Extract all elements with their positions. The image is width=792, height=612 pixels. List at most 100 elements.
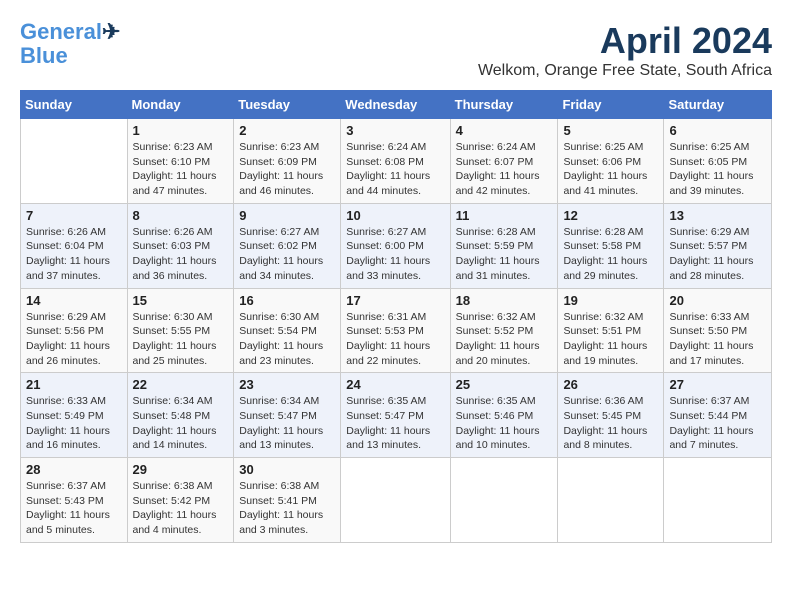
col-header-friday: Friday xyxy=(558,91,664,119)
calendar-cell: 5 Sunrise: 6:25 AM Sunset: 6:06 PM Daylig… xyxy=(558,119,664,204)
day-number: 7 xyxy=(26,208,122,223)
calendar-cell: 12 Sunrise: 6:28 AM Sunset: 5:58 PM Dayli… xyxy=(558,203,664,288)
col-header-sunday: Sunday xyxy=(21,91,128,119)
calendar-week-3: 14Sunrise: 6:29 AM Sunset: 5:56 PM Dayli… xyxy=(21,288,772,373)
day-number: 13 xyxy=(669,208,766,223)
day-info: Sunrise: 6:36 AM Sunset: 5:45 PM Dayligh… xyxy=(563,394,658,453)
col-header-tuesday: Tuesday xyxy=(234,91,341,119)
day-number: 24 xyxy=(346,377,444,392)
calendar-cell: 25Sunrise: 6:35 AM Sunset: 5:46 PM Dayli… xyxy=(450,373,558,458)
calendar-cell: 23 Sunrise: 6:34 AM Sunset: 5:47 PM Dayli… xyxy=(234,373,341,458)
day-info: Sunrise: 6:32 AM Sunset: 5:52 PM Dayligh… xyxy=(456,310,553,369)
day-info: Sunrise: 6:35 AM Sunset: 5:47 PM Dayligh… xyxy=(346,394,444,453)
day-info: Sunrise: 6:34 AM Sunset: 5:47 PM Dayligh… xyxy=(239,394,335,453)
location-subtitle: Welkom, Orange Free State, South Africa xyxy=(478,62,772,80)
day-number: 21 xyxy=(26,377,122,392)
calendar-cell: 2Sunrise: 6:23 AM Sunset: 6:09 PM Daylig… xyxy=(234,119,341,204)
day-number: 22 xyxy=(133,377,229,392)
day-info: Sunrise: 6:25 AM Sunset: 6:05 PM Dayligh… xyxy=(669,140,766,199)
day-number: 12 xyxy=(563,208,658,223)
day-number: 14 xyxy=(26,293,122,308)
calendar-cell: 14Sunrise: 6:29 AM Sunset: 5:56 PM Dayli… xyxy=(21,288,128,373)
col-header-monday: Monday xyxy=(127,91,234,119)
calendar-cell xyxy=(664,458,772,543)
day-info: Sunrise: 6:23 AM Sunset: 6:09 PM Dayligh… xyxy=(239,140,335,199)
calendar-cell: 13 Sunrise: 6:29 AM Sunset: 5:57 PM Dayli… xyxy=(664,203,772,288)
day-info: Sunrise: 6:38 AM Sunset: 5:41 PM Dayligh… xyxy=(239,479,335,538)
calendar-cell: 18 Sunrise: 6:32 AM Sunset: 5:52 PM Dayli… xyxy=(450,288,558,373)
day-number: 17 xyxy=(346,293,444,308)
calendar-cell: 21Sunrise: 6:33 AM Sunset: 5:49 PM Dayli… xyxy=(21,373,128,458)
calendar-week-4: 21Sunrise: 6:33 AM Sunset: 5:49 PM Dayli… xyxy=(21,373,772,458)
calendar-cell: 17 Sunrise: 6:31 AM Sunset: 5:53 PM Dayli… xyxy=(341,288,450,373)
day-info: Sunrise: 6:27 AM Sunset: 6:02 PM Dayligh… xyxy=(239,225,335,284)
calendar-week-2: 7 Sunrise: 6:26 AM Sunset: 6:04 PM Daylig… xyxy=(21,203,772,288)
day-number: 29 xyxy=(133,462,229,477)
calendar-cell: 7 Sunrise: 6:26 AM Sunset: 6:04 PM Daylig… xyxy=(21,203,128,288)
calendar-cell: 26Sunrise: 6:36 AM Sunset: 5:45 PM Dayli… xyxy=(558,373,664,458)
day-info: Sunrise: 6:30 AM Sunset: 5:55 PM Dayligh… xyxy=(133,310,229,369)
calendar-cell xyxy=(450,458,558,543)
day-info: Sunrise: 6:37 AM Sunset: 5:44 PM Dayligh… xyxy=(669,394,766,453)
col-header-saturday: Saturday xyxy=(664,91,772,119)
calendar-cell: 29 Sunrise: 6:38 AM Sunset: 5:42 PM Dayli… xyxy=(127,458,234,543)
day-number: 30 xyxy=(239,462,335,477)
calendar-cell: 22 Sunrise: 6:34 AM Sunset: 5:48 PM Dayli… xyxy=(127,373,234,458)
calendar-header-row: SundayMondayTuesdayWednesdayThursdayFrid… xyxy=(21,91,772,119)
day-number: 27 xyxy=(669,377,766,392)
calendar-cell: 19Sunrise: 6:32 AM Sunset: 5:51 PM Dayli… xyxy=(558,288,664,373)
day-number: 4 xyxy=(456,123,553,138)
day-info: Sunrise: 6:31 AM Sunset: 5:53 PM Dayligh… xyxy=(346,310,444,369)
day-number: 6 xyxy=(669,123,766,138)
calendar-cell: 1 Sunrise: 6:23 AM Sunset: 6:10 PM Daylig… xyxy=(127,119,234,204)
calendar-cell: 3 Sunrise: 6:24 AM Sunset: 6:08 PM Daylig… xyxy=(341,119,450,204)
day-number: 15 xyxy=(133,293,229,308)
calendar-cell: 30 Sunrise: 6:38 AM Sunset: 5:41 PM Dayli… xyxy=(234,458,341,543)
calendar-cell xyxy=(558,458,664,543)
calendar-cell: 27 Sunrise: 6:37 AM Sunset: 5:44 PM Dayli… xyxy=(664,373,772,458)
calendar-cell: 15 Sunrise: 6:30 AM Sunset: 5:55 PM Dayli… xyxy=(127,288,234,373)
day-info: Sunrise: 6:26 AM Sunset: 6:03 PM Dayligh… xyxy=(133,225,229,284)
day-info: Sunrise: 6:29 AM Sunset: 5:57 PM Dayligh… xyxy=(669,225,766,284)
calendar-cell: 11Sunrise: 6:28 AM Sunset: 5:59 PM Dayli… xyxy=(450,203,558,288)
day-info: Sunrise: 6:23 AM Sunset: 6:10 PM Dayligh… xyxy=(133,140,229,199)
day-info: Sunrise: 6:30 AM Sunset: 5:54 PM Dayligh… xyxy=(239,310,335,369)
day-info: Sunrise: 6:26 AM Sunset: 6:04 PM Dayligh… xyxy=(26,225,122,284)
day-number: 8 xyxy=(133,208,229,223)
logo-text: General✈Blue xyxy=(20,20,120,68)
day-number: 18 xyxy=(456,293,553,308)
calendar-week-5: 28 Sunrise: 6:37 AM Sunset: 5:43 PM Dayli… xyxy=(21,458,772,543)
calendar-cell xyxy=(341,458,450,543)
calendar-cell: 4 Sunrise: 6:24 AM Sunset: 6:07 PM Daylig… xyxy=(450,119,558,204)
logo: General✈Blue xyxy=(20,20,120,68)
day-info: Sunrise: 6:24 AM Sunset: 6:07 PM Dayligh… xyxy=(456,140,553,199)
day-info: Sunrise: 6:28 AM Sunset: 5:59 PM Dayligh… xyxy=(456,225,553,284)
day-number: 20 xyxy=(669,293,766,308)
calendar-cell: 20Sunrise: 6:33 AM Sunset: 5:50 PM Dayli… xyxy=(664,288,772,373)
day-number: 3 xyxy=(346,123,444,138)
calendar-cell: 9Sunrise: 6:27 AM Sunset: 6:02 PM Daylig… xyxy=(234,203,341,288)
month-title: April 2024 xyxy=(478,20,772,62)
day-number: 1 xyxy=(133,123,229,138)
day-info: Sunrise: 6:25 AM Sunset: 6:06 PM Dayligh… xyxy=(563,140,658,199)
day-number: 28 xyxy=(26,462,122,477)
page-header: General✈Blue April 2024 Welkom, Orange F… xyxy=(20,20,772,80)
col-header-wednesday: Wednesday xyxy=(341,91,450,119)
day-number: 16 xyxy=(239,293,335,308)
day-number: 10 xyxy=(346,208,444,223)
calendar-cell: 24 Sunrise: 6:35 AM Sunset: 5:47 PM Dayli… xyxy=(341,373,450,458)
calendar-week-1: 1 Sunrise: 6:23 AM Sunset: 6:10 PM Daylig… xyxy=(21,119,772,204)
day-info: Sunrise: 6:37 AM Sunset: 5:43 PM Dayligh… xyxy=(26,479,122,538)
day-number: 19 xyxy=(563,293,658,308)
calendar-cell xyxy=(21,119,128,204)
calendar-cell: 10Sunrise: 6:27 AM Sunset: 6:00 PM Dayli… xyxy=(341,203,450,288)
day-info: Sunrise: 6:34 AM Sunset: 5:48 PM Dayligh… xyxy=(133,394,229,453)
day-info: Sunrise: 6:28 AM Sunset: 5:58 PM Dayligh… xyxy=(563,225,658,284)
day-info: Sunrise: 6:24 AM Sunset: 6:08 PM Dayligh… xyxy=(346,140,444,199)
calendar-cell: 16 Sunrise: 6:30 AM Sunset: 5:54 PM Dayli… xyxy=(234,288,341,373)
calendar-table: SundayMondayTuesdayWednesdayThursdayFrid… xyxy=(20,90,772,543)
day-number: 23 xyxy=(239,377,335,392)
day-info: Sunrise: 6:38 AM Sunset: 5:42 PM Dayligh… xyxy=(133,479,229,538)
col-header-thursday: Thursday xyxy=(450,91,558,119)
day-number: 5 xyxy=(563,123,658,138)
